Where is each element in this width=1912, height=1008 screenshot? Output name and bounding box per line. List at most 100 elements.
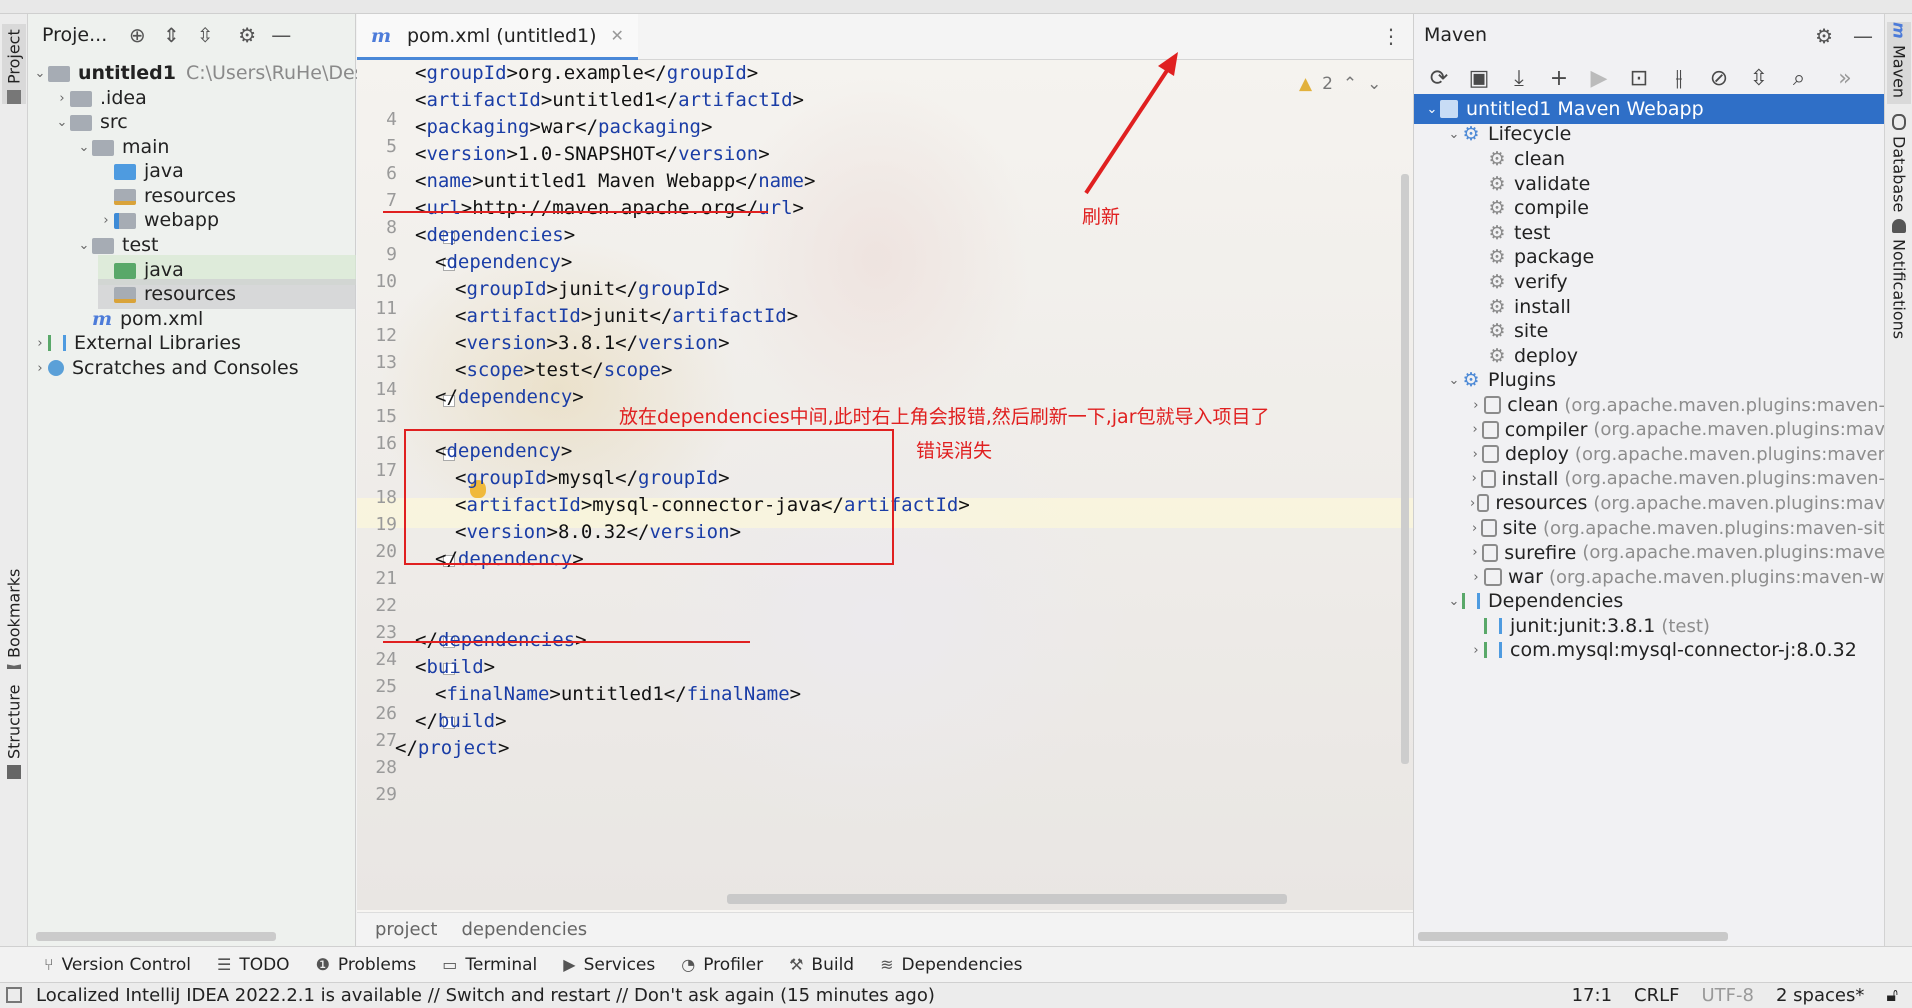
reload-icon[interactable]: ⟳ <box>1426 66 1452 91</box>
plugins-icon: ⚙ <box>1462 369 1480 391</box>
expand-all-icon[interactable]: ⇕ <box>159 23 183 47</box>
chevron-down-icon[interactable]: ⌄ <box>1367 74 1381 94</box>
hide-icon[interactable]: — <box>1853 24 1873 48</box>
structure-tool-tab[interactable]: Structure <box>2 684 26 779</box>
project-panel-title[interactable]: Proje... <box>42 24 107 46</box>
line-number: 27 <box>375 730 397 751</box>
web-folder-icon <box>114 213 136 229</box>
tool-todo[interactable]: ☰ TODO <box>217 955 290 975</box>
breadcrumb-project[interactable]: project <box>375 919 437 940</box>
gear-icon: ⚙ <box>1488 271 1506 293</box>
gear-icon: ⚙ <box>1488 148 1506 170</box>
chevron-right-icon: › <box>1471 471 1477 487</box>
line-separator[interactable]: CRLF <box>1634 985 1679 1006</box>
editor-hscrollbar[interactable] <box>727 894 1287 904</box>
annotation-underline-url <box>383 211 768 213</box>
chevron-right-icon: › <box>1472 545 1478 561</box>
folder-icon <box>70 91 92 107</box>
code-line: <dependencies> <box>415 224 576 246</box>
bottom-tool-bar: ⑂ Version Control ☰ TODO ❶ Problems ▭ Termin… <box>0 946 1912 982</box>
more-vertical-icon[interactable]: ⋮ <box>1381 24 1401 48</box>
maven-hscrollbar[interactable] <box>1418 932 1728 941</box>
tool-version-control[interactable]: ⑂ Version Control <box>44 955 191 975</box>
file-encoding[interactable]: UTF-8 <box>1701 985 1753 1006</box>
project-tool-tab[interactable]: Project <box>2 24 26 104</box>
library-icon <box>1484 618 1502 634</box>
chevron-right-icon: › <box>1472 446 1478 462</box>
line-number: 10 <box>375 271 397 292</box>
inspection-widget[interactable]: ▲ 2 ⌃ ⌄ <box>1299 74 1381 94</box>
chevron-down-icon: ⌄ <box>34 65 46 81</box>
left-tool-stripe: Project Bookmarks Structure <box>0 14 28 946</box>
gear-icon[interactable]: ⚙ <box>1815 24 1833 48</box>
folder-icon <box>92 238 114 254</box>
line-number: 24 <box>375 649 397 670</box>
gear-icon: ⚙ <box>1488 221 1506 244</box>
breadcrumb-dependencies[interactable]: dependencies <box>461 919 587 940</box>
lock-icon[interactable]: 🔓︎ <box>1886 985 1898 1006</box>
collapse-icon[interactable]: ⇳ <box>1746 66 1772 91</box>
plugin-name: install <box>1501 467 1559 490</box>
maven-file-icon: m <box>371 24 392 47</box>
run-icon[interactable]: ▶ <box>1586 66 1612 91</box>
analyze-icon[interactable]: ⌕ <box>1786 66 1812 91</box>
generate-sources-icon[interactable]: ▣ <box>1466 66 1492 91</box>
chevron-up-icon[interactable]: ⌃ <box>1343 74 1357 94</box>
tree-item-scratches[interactable]: › Scratches and Consoles <box>32 353 298 383</box>
plugin-name: deploy <box>1504 443 1569 466</box>
bookmarks-tool-tab[interactable]: Bookmarks <box>2 569 26 669</box>
notifications-tool-tab[interactable]: Notifications <box>1887 219 1911 349</box>
database-tool-tab[interactable]: Database <box>1887 114 1911 214</box>
download-icon[interactable]: ⤓ <box>1506 66 1532 91</box>
editor-vscrollbar[interactable] <box>1401 174 1409 764</box>
layers-icon: ≋ <box>880 955 894 974</box>
warning-icon: ▲ <box>1299 74 1313 94</box>
line-number: 28 <box>375 757 397 778</box>
close-icon[interactable]: ✕ <box>611 26 624 45</box>
plugin-detail: (org.apache.maven.plugins:maven- <box>1564 394 1885 416</box>
skip-tests-icon[interactable]: ⊘ <box>1706 66 1732 91</box>
code-line: <build> <box>415 656 496 678</box>
add-icon[interactable]: + <box>1546 66 1572 91</box>
code-line: <packaging>war</packaging> <box>415 116 713 138</box>
gear-icon: ⚙ <box>1488 344 1506 367</box>
maven-module-icon <box>1440 100 1458 118</box>
test-resources-folder-icon <box>114 287 136 303</box>
maven-panel: Maven ⚙ — ⟳ ▣ ⤓ + ▶ ⊡ ⫲ ⊘ ⇳ ⌕ » ⌄ untitl… <box>1413 14 1885 946</box>
chevron-right-icon: › <box>37 360 43 376</box>
collapse-all-icon[interactable]: ⇳ <box>193 23 217 47</box>
lifecycle-goal-label: site <box>1514 320 1549 343</box>
tool-terminal[interactable]: ▭ Terminal <box>442 955 537 975</box>
gear-icon: ⚙ <box>1488 295 1506 318</box>
status-message[interactable]: Localized IntelliJ IDEA 2022.2.1 is avai… <box>36 985 935 1006</box>
tool-build[interactable]: ⚒ Build <box>789 955 854 975</box>
tool-dependencies[interactable]: ≋ Dependencies <box>880 955 1022 975</box>
tab-pom-xml[interactable]: m pom.xml (untitled1) ✕ <box>357 14 638 60</box>
gear-icon[interactable]: ⚙ <box>235 23 259 47</box>
caret-position[interactable]: 17:1 <box>1572 985 1612 1006</box>
toggle-offline-icon[interactable]: ⫲ <box>1666 66 1692 91</box>
tool-profiler[interactable]: ◔ Profiler <box>681 955 763 975</box>
chevron-right-icon: › <box>1473 397 1479 413</box>
indent-setting[interactable]: 2 spaces* <box>1776 985 1864 1006</box>
chevron-right-icon: › <box>59 90 65 106</box>
line-number: 23 <box>375 622 397 643</box>
project-hscrollbar[interactable] <box>36 932 276 941</box>
right-tool-stripe: m Maven Database Notifications <box>1884 14 1912 946</box>
line-number: 16 <box>375 433 397 454</box>
hide-icon[interactable]: — <box>269 23 293 47</box>
code-line: <groupId>junit</groupId> <box>455 278 730 300</box>
project-panel: Proje... ⊕ ⇕ ⇳ ⚙ — ⌄ untitled1 C:\Users\… <box>28 14 376 946</box>
maven-tool-tab[interactable]: m Maven <box>1887 22 1911 104</box>
more-icon[interactable]: » <box>1832 66 1858 91</box>
chevron-right-icon: › <box>1471 520 1478 536</box>
maven-dependency-item[interactable]: › com.mysql:mysql-connector-j:8.0.32 <box>1414 635 1885 665</box>
plugin-name: clean <box>1507 394 1559 416</box>
code-line: <url>http://maven.apache.org</url> <box>415 197 804 219</box>
locate-icon[interactable]: ⊕ <box>125 23 149 47</box>
hammer-icon: ⚒ <box>789 955 804 974</box>
tool-problems[interactable]: ❶ Problems <box>316 955 417 975</box>
toggle-tool-windows-icon[interactable] <box>6 987 22 1003</box>
tool-services[interactable]: ▶ Services <box>563 955 655 975</box>
execute-goal-icon[interactable]: ⊡ <box>1626 66 1652 91</box>
